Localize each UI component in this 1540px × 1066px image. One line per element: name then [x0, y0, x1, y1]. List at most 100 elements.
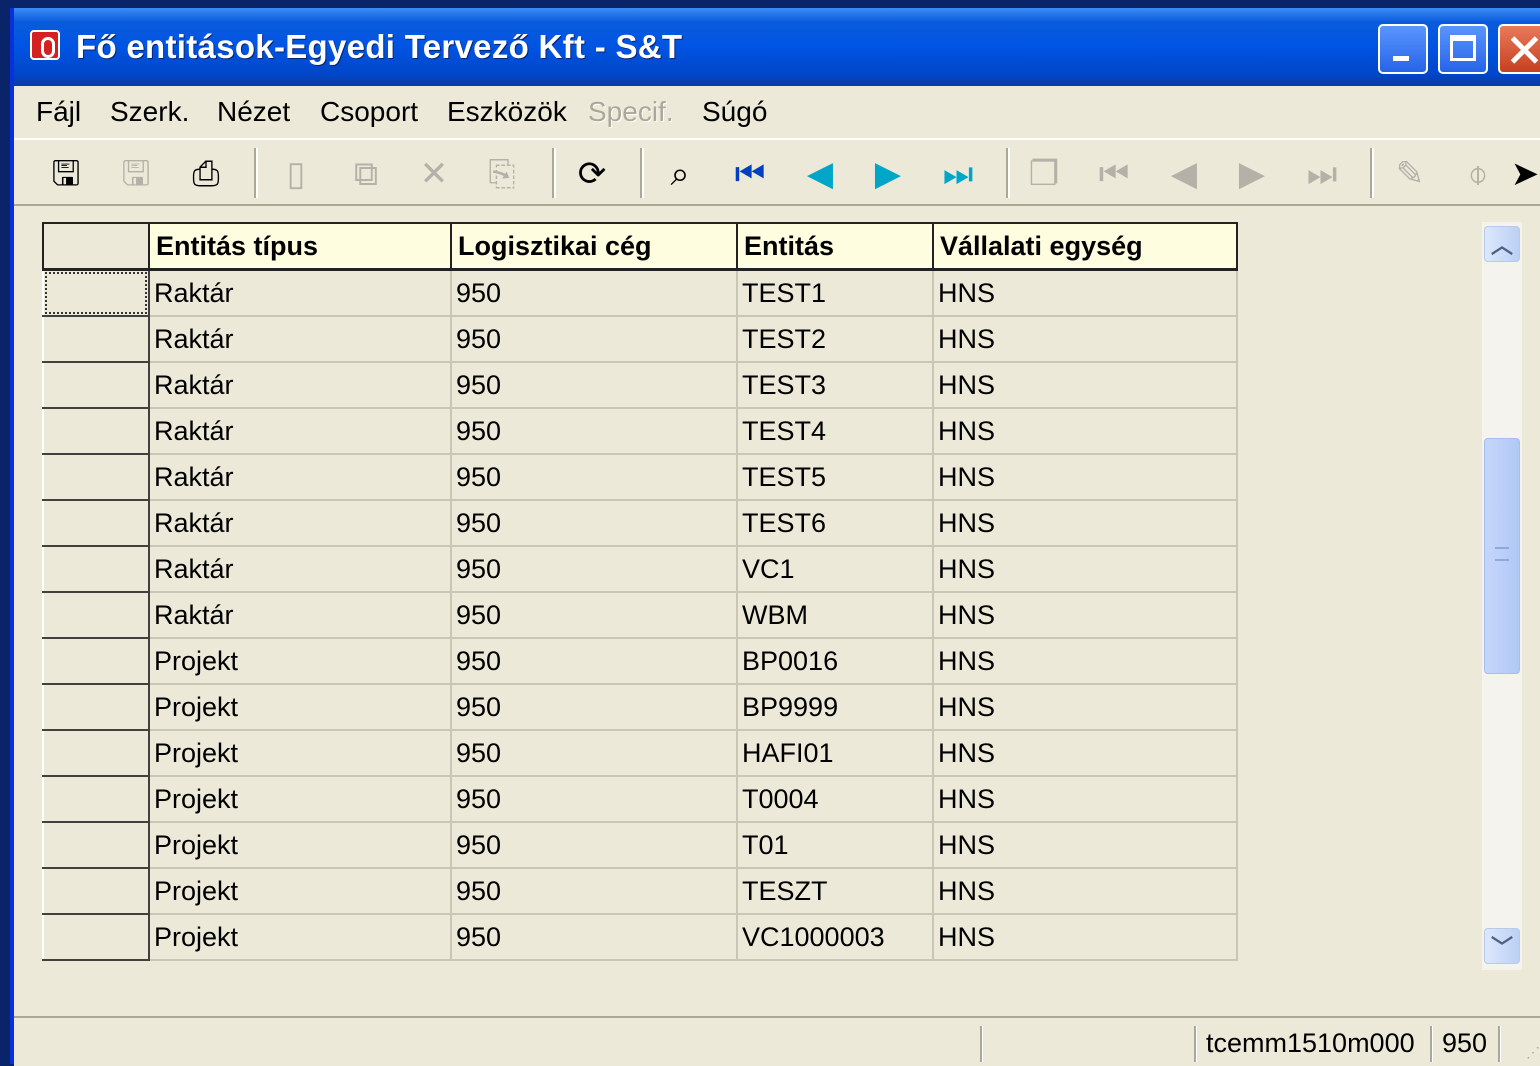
table-row[interactable]: Raktár 950 VC1 HNS [42, 545, 1238, 593]
cell-business-unit[interactable]: HNS [932, 591, 1238, 639]
cell-logistic-company[interactable]: 950 [450, 821, 738, 869]
menu-specif[interactable]: Specif. [588, 96, 674, 128]
minimize-button[interactable] [1378, 24, 1428, 74]
menu-sugo[interactable]: Súgó [702, 96, 767, 128]
find-icon[interactable]: ⌕ [658, 152, 702, 196]
cell-logistic-company[interactable]: 950 [450, 729, 738, 777]
cell-entity[interactable]: TEST6 [736, 499, 934, 547]
cell-entity-type[interactable]: Projekt [148, 683, 452, 731]
cell-business-unit[interactable]: HNS [932, 729, 1238, 777]
next-group-icon[interactable]: ▶ [1230, 152, 1274, 196]
previous-group-icon[interactable]: ◀ [1162, 152, 1206, 196]
cell-business-unit[interactable]: HNS [932, 499, 1238, 547]
cell-entity[interactable]: WBM [736, 591, 934, 639]
cell-entity-type[interactable]: Raktár [148, 361, 452, 409]
cell-entity-type[interactable]: Raktár [148, 268, 452, 317]
cell-logistic-company[interactable]: 950 [450, 867, 738, 915]
row-selector[interactable] [42, 453, 150, 501]
scroll-up-button[interactable]: ︿ [1484, 226, 1520, 262]
cell-logistic-company[interactable]: 950 [450, 591, 738, 639]
menu-szerk[interactable]: Szerk. [110, 96, 189, 128]
copy-icon[interactable]: ⧉ [344, 152, 388, 196]
delete-icon[interactable]: ✕ [412, 152, 456, 196]
maximize-button[interactable] [1438, 24, 1488, 74]
cell-entity[interactable]: T01 [736, 821, 934, 869]
save-icon[interactable]: 🖫 [114, 152, 158, 196]
pointer-icon[interactable]: ➤ [1510, 152, 1540, 196]
row-selector[interactable] [42, 821, 150, 869]
scroll-down-button[interactable]: ﹀ [1484, 928, 1520, 964]
cell-entity-type[interactable]: Raktár [148, 407, 452, 455]
refresh-icon[interactable]: ⟳ [570, 152, 614, 196]
row-selector[interactable] [42, 361, 150, 409]
cell-entity-type[interactable]: Projekt [148, 913, 452, 961]
cell-entity[interactable]: TESZT [736, 867, 934, 915]
cell-logistic-company[interactable]: 950 [450, 268, 738, 317]
menu-eszkozok[interactable]: Eszközök [447, 96, 567, 128]
cell-logistic-company[interactable]: 950 [450, 315, 738, 363]
cell-entity-type[interactable]: Raktár [148, 315, 452, 363]
text-icon[interactable]: ✎ [1388, 152, 1432, 196]
cell-business-unit[interactable]: HNS [932, 361, 1238, 409]
menu-csoport[interactable]: Csoport [320, 96, 418, 128]
next-record-icon[interactable]: ▶ [866, 152, 910, 196]
cell-business-unit[interactable]: HNS [932, 683, 1238, 731]
table-row[interactable]: Projekt 950 BP9999 HNS [42, 683, 1238, 731]
cell-business-unit[interactable]: HNS [932, 821, 1238, 869]
cell-business-unit[interactable]: HNS [932, 545, 1238, 593]
table-row[interactable]: Raktár 950 TEST6 HNS [42, 499, 1238, 547]
cell-entity-type[interactable]: Raktár [148, 591, 452, 639]
row-selector[interactable] [42, 268, 150, 317]
cell-entity[interactable]: TEST5 [736, 453, 934, 501]
row-selector[interactable] [42, 775, 150, 823]
cell-entity[interactable]: TEST3 [736, 361, 934, 409]
row-selector[interactable] [42, 867, 150, 915]
new-icon[interactable]: ▯ [274, 152, 318, 196]
cell-entity-type[interactable]: Projekt [148, 775, 452, 823]
cell-logistic-company[interactable]: 950 [450, 361, 738, 409]
last-record-icon[interactable]: ⏭ [936, 152, 980, 196]
table-row[interactable]: Projekt 950 VC1000003 HNS [42, 913, 1238, 961]
cell-business-unit[interactable]: HNS [932, 453, 1238, 501]
attachment-icon[interactable]: ⌽ [1456, 152, 1500, 196]
row-selector[interactable] [42, 315, 150, 363]
cell-logistic-company[interactable]: 950 [450, 775, 738, 823]
close-button[interactable] [1498, 24, 1540, 74]
row-selector[interactable] [42, 729, 150, 777]
column-header-entity[interactable]: Entitás [736, 222, 934, 271]
row-selector[interactable] [42, 913, 150, 961]
cell-business-unit[interactable]: HNS [932, 407, 1238, 455]
cell-business-unit[interactable]: HNS [932, 637, 1238, 685]
vertical-scrollbar[interactable]: ︿ ﹀ [1482, 222, 1522, 970]
menu-nezet[interactable]: Nézet [217, 96, 290, 128]
cell-business-unit[interactable]: HNS [932, 867, 1238, 915]
cell-entity[interactable]: VC1000003 [736, 913, 934, 961]
table-row[interactable]: Raktár 950 TEST5 HNS [42, 453, 1238, 501]
cell-entity-type[interactable]: Raktár [148, 545, 452, 593]
cell-entity[interactable]: BP9999 [736, 683, 934, 731]
menu-fajl[interactable]: Fájl [36, 96, 81, 128]
cell-entity[interactable]: VC1 [736, 545, 934, 593]
cell-business-unit[interactable]: HNS [932, 913, 1238, 961]
cell-logistic-company[interactable]: 950 [450, 637, 738, 685]
table-row[interactable]: Raktár 950 TEST3 HNS [42, 361, 1238, 409]
cell-entity-type[interactable]: Projekt [148, 867, 452, 915]
cell-business-unit[interactable]: HNS [932, 315, 1238, 363]
row-selector[interactable] [42, 407, 150, 455]
row-selector[interactable] [42, 591, 150, 639]
cell-entity[interactable]: HAFI01 [736, 729, 934, 777]
table-row[interactable]: Raktár 950 TEST1 HNS [42, 268, 1238, 317]
print-icon[interactable]: ⎙ [184, 152, 228, 196]
save-close-icon[interactable]: 🖫 [44, 152, 88, 196]
scroll-thumb[interactable] [1484, 438, 1520, 674]
app-icon[interactable] [30, 30, 60, 60]
table-row[interactable]: Projekt 950 BP0016 HNS [42, 637, 1238, 685]
title-bar[interactable]: Fő entitások-Egyedi Tervező Kft - S&T [14, 8, 1540, 86]
cell-logistic-company[interactable]: 950 [450, 407, 738, 455]
first-group-icon[interactable]: ⏮ [1092, 152, 1136, 196]
table-row[interactable]: Projekt 950 HAFI01 HNS [42, 729, 1238, 777]
row-selector[interactable] [42, 545, 150, 593]
row-selector[interactable] [42, 499, 150, 547]
cell-logistic-company[interactable]: 950 [450, 499, 738, 547]
row-selector[interactable] [42, 637, 150, 685]
